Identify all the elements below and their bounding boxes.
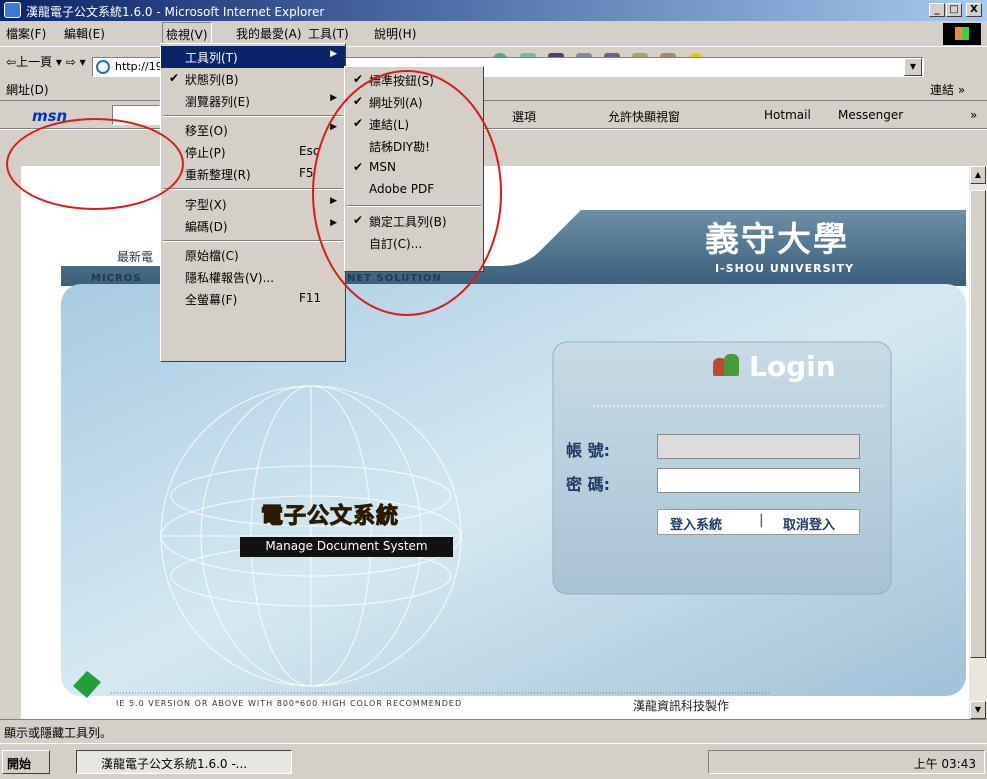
links-text: 連結 xyxy=(930,83,955,97)
menu-item-source[interactable]: 原始檔(C) xyxy=(161,244,345,266)
menu-item-toolbars[interactable]: 工具列(T) ▶ xyxy=(161,46,345,68)
university-name-cn: 義守大學 xyxy=(705,220,849,260)
status-bar: 顯示或隱藏工具列。 xyxy=(0,719,987,743)
footer-requirements: IE 5.0 VERSION OR ABOVE WITH 800*600 HIG… xyxy=(116,699,463,708)
banner-left-en: MICROS xyxy=(91,273,142,284)
address-value: http://19 xyxy=(115,60,163,73)
account-label: 帳 號: xyxy=(566,441,610,460)
menu-item-explorer-bar[interactable]: 瀏覽器列(E) ▶ xyxy=(161,90,345,112)
scroll-thumb[interactable] xyxy=(970,190,986,658)
login-button[interactable]: 登入系統 xyxy=(670,514,722,533)
menu-help[interactable]: 說明(H) xyxy=(374,25,416,42)
menu-item-fullscreen[interactable]: 全螢幕(F) F11 xyxy=(161,288,345,310)
cancel-login-button[interactable]: 取消登入 xyxy=(783,514,835,533)
menu-bar: 檔案(F) 編輯(E) 檢視(V) 我的最愛(A) 工具(T) 說明(H) xyxy=(0,21,987,47)
messenger-button[interactable]: Messenger xyxy=(838,108,903,122)
menu-tools[interactable]: 工具(T) xyxy=(308,25,349,42)
banner-left-cn: 最新電 xyxy=(117,250,154,264)
system-title-en: Manage Document System xyxy=(240,537,453,557)
window-title: 漢龍電子公文系統1.6.0 - Microsoft Internet Explo… xyxy=(26,5,325,19)
back-button[interactable]: ⇦上一頁 ▾ ⇨ ▾ xyxy=(6,53,86,70)
system-tray: 上午 03:43 xyxy=(708,750,985,774)
menu-favorites[interactable]: 我的最愛(A) xyxy=(236,25,302,42)
system-title-cn: 電子公文系統 xyxy=(260,504,400,530)
msn-options-button[interactable]: 選項 xyxy=(512,108,536,125)
menu-file[interactable]: 檔案(F) xyxy=(6,25,46,42)
password-label: 密 碼: xyxy=(566,475,610,494)
links-label[interactable]: 連結 » xyxy=(930,81,965,98)
button-separator: | xyxy=(759,513,764,528)
account-input[interactable] xyxy=(657,434,860,459)
hotmail-button[interactable]: Hotmail xyxy=(764,108,811,122)
maximize-button[interactable]: □ xyxy=(946,3,962,17)
windows-logo-icon xyxy=(943,23,981,45)
menu-item-statusbar[interactable]: ✔ 狀態列(B) xyxy=(161,68,345,90)
menu-edit[interactable]: 編輯(E) xyxy=(64,25,105,42)
popup-blocker-button[interactable]: 允許快顯視窗 xyxy=(608,108,680,125)
vertical-scrollbar[interactable]: ▲ ▼ xyxy=(969,166,987,719)
menu-item-goto[interactable]: 移至(O) ▶ xyxy=(161,119,345,141)
menu-separator xyxy=(163,240,343,242)
page-border-left xyxy=(0,166,21,719)
msnbar-overflow[interactable]: » xyxy=(970,108,977,122)
taskbar: 開始 漢龍電子公文系統1.6.0 -... 上午 03:43 xyxy=(0,743,987,779)
taskbar-ie-window[interactable]: 漢龍電子公文系統1.6.0 -... xyxy=(76,750,292,774)
ie-app-icon xyxy=(4,2,21,18)
university-name-en: I-SHOU UNIVERSITY xyxy=(715,262,855,275)
footer-credit: 漢龍資訊科技製作 xyxy=(633,699,730,713)
back-label: 上一頁 xyxy=(16,55,53,69)
menu-separator xyxy=(163,115,343,117)
taskbar-task-label: 漢龍電子公文系統1.6.0 -... xyxy=(101,757,248,771)
menu-item-privacy-report[interactable]: 隱私權報告(V)... xyxy=(161,266,345,288)
login-button-bar: 登入系統 | 取消登入 xyxy=(657,509,860,535)
status-text: 顯示或隱藏工具列。 xyxy=(4,726,113,740)
annotation-circle-submenu xyxy=(312,70,502,316)
msn-toolbar: msn 選項 允許快顯視窗 Hotmail Messenger » xyxy=(0,101,987,129)
login-users-icon xyxy=(713,354,741,378)
scroll-down-button[interactable]: ▼ xyxy=(970,701,986,719)
start-label: 開始 xyxy=(7,757,32,771)
address-dropdown-button[interactable]: ▼ xyxy=(904,58,922,76)
start-button[interactable]: 開始 xyxy=(2,750,50,774)
password-input[interactable] xyxy=(657,468,860,493)
title-bar: 漢龍電子公文系統1.6.0 - Microsoft Internet Explo… xyxy=(0,0,987,21)
clock: 上午 03:43 xyxy=(913,757,976,771)
annotation-circle-msn xyxy=(6,118,184,210)
login-title: Login xyxy=(749,350,836,383)
scroll-up-button[interactable]: ▲ xyxy=(970,166,986,184)
address-label: 網址(D) xyxy=(6,83,49,97)
page-icon xyxy=(96,60,110,74)
minimize-button[interactable]: _ xyxy=(929,3,945,17)
close-button[interactable]: X xyxy=(966,3,982,17)
